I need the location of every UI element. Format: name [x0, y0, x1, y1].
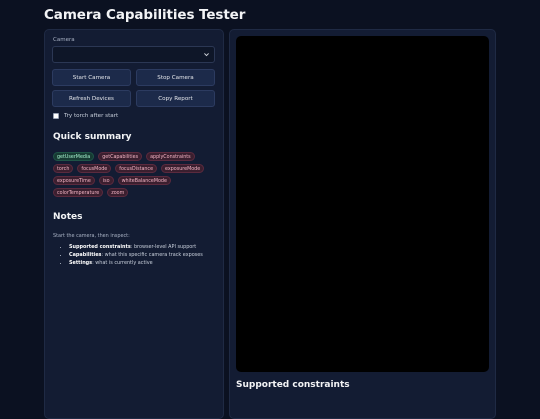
notes-item-term: Supported constraints — [69, 244, 131, 250]
notes-item: Settings: what is currently active — [69, 259, 216, 267]
capability-chip: getCapabilities — [98, 152, 143, 161]
notes-item-desc: : what is currently active — [92, 260, 153, 266]
notes-heading: Notes — [53, 212, 83, 222]
preview-panel: Supported constraints — [229, 29, 496, 419]
capability-chip: exposureTime — [53, 176, 95, 185]
capability-chip: colorTemperature — [53, 188, 104, 197]
notes-intro: Start the camera, then inspect: — [53, 233, 130, 239]
capability-chip: iso — [98, 176, 114, 185]
controls-panel: Camera Start Camera Stop Camera Refresh … — [44, 29, 224, 419]
summary-chips: getUserMedia getCapabilities applyConstrai… — [53, 152, 218, 197]
torch-checkbox[interactable] — [53, 113, 59, 119]
capability-chip: whiteBalanceMode — [117, 176, 171, 185]
quick-summary-heading: Quick summary — [53, 132, 132, 142]
notes-item: Supported constraints: browser-level API… — [69, 243, 216, 251]
notes-item-desc: : browser-level API support — [130, 244, 197, 250]
stop-camera-button[interactable]: Stop Camera — [136, 69, 215, 86]
supported-constraints-heading: Supported constraints — [236, 380, 350, 390]
notes-item-term: Settings — [69, 260, 93, 266]
start-camera-button[interactable]: Start Camera — [52, 69, 131, 86]
capability-chip: getUserMedia — [53, 152, 95, 161]
notes-item-term: Capabilities — [69, 252, 102, 258]
capability-chip: focusMode — [77, 164, 112, 173]
camera-preview — [236, 36, 489, 372]
notes-item-desc: : what this specific camera track expose… — [101, 252, 203, 258]
copy-report-button[interactable]: Copy Report — [136, 90, 215, 107]
camera-select[interactable] — [52, 46, 215, 63]
notes-item: Capabilities: what this specific camera … — [69, 251, 216, 259]
page-title: Camera Capabilities Tester — [44, 7, 246, 23]
capability-chip: exposureMode — [161, 164, 205, 173]
capability-chip: zoom — [107, 188, 129, 197]
capability-chip: focusDistance — [115, 164, 158, 173]
torch-label: Try torch after start — [64, 113, 119, 119]
capability-chip: applyConstraints — [146, 152, 195, 161]
camera-label: Camera — [53, 37, 75, 43]
notes-list: Supported constraints: browser-level API… — [61, 243, 216, 267]
torch-option[interactable]: Try torch after start — [53, 113, 118, 119]
capability-chip: torch — [53, 164, 74, 173]
refresh-devices-button[interactable]: Refresh Devices — [52, 90, 131, 107]
chevron-down-icon — [204, 53, 209, 57]
